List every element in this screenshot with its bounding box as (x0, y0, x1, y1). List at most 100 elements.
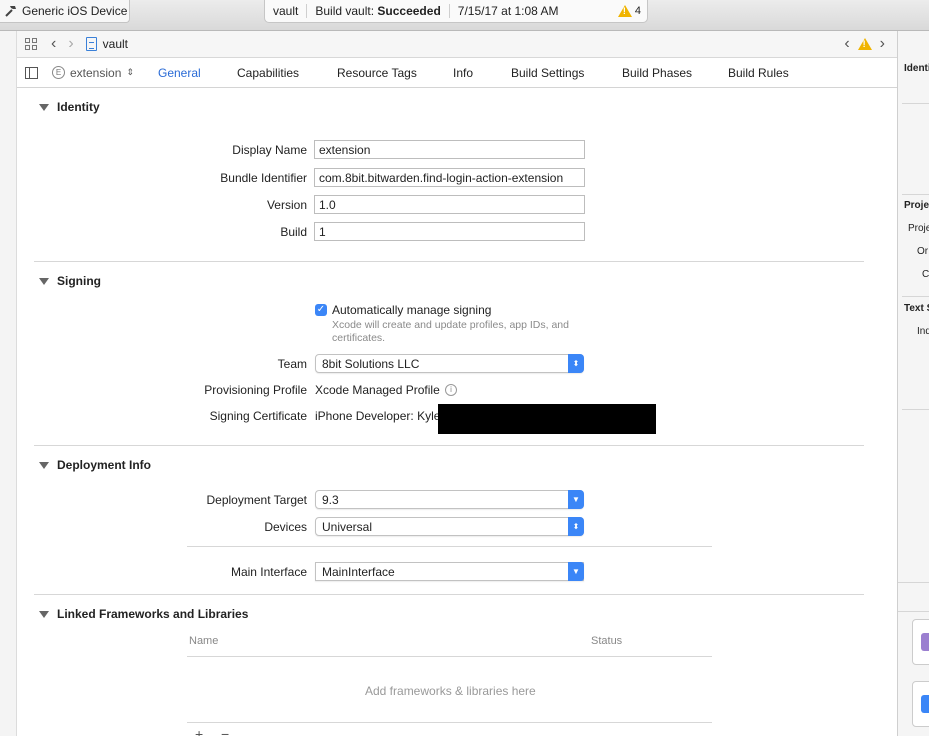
inspector-org-field: Or (917, 246, 929, 257)
scheme-selector[interactable]: Generic iOS Device (0, 0, 130, 23)
library-item[interactable] (912, 619, 929, 665)
tab-build-settings[interactable]: Build Settings (511, 66, 584, 80)
xcode-window: Generic iOS Device vault Build vault: Su… (0, 0, 929, 736)
toolbar: Generic iOS Device vault Build vault: Su… (0, 0, 929, 31)
disclosure-triangle-icon[interactable] (39, 103, 49, 111)
bundle-id-label: Bundle Identifier (220, 171, 307, 185)
tab-general[interactable]: General (158, 66, 201, 80)
activity-timestamp: 7/15/17 at 1:08 AM (457, 4, 559, 18)
auto-signing-label: Automatically manage signing (332, 303, 492, 317)
provisioning-profile-value: Xcode Managed Profile (315, 383, 440, 397)
activity-status-result: Succeeded (377, 4, 441, 18)
activity-status-prefix: Build vault: (315, 4, 375, 18)
updown-chevron-icon: ⇕ (126, 67, 134, 77)
inspector-divider (902, 409, 929, 410)
tab-capabilities[interactable]: Capabilities (237, 66, 299, 80)
previous-issue-icon[interactable]: ‹ (838, 36, 855, 52)
section-divider (34, 445, 864, 446)
display-name-label: Display Name (232, 143, 307, 157)
section-divider (34, 261, 864, 262)
disclosure-triangle-icon[interactable] (39, 461, 49, 469)
column-header-status[interactable]: Status (591, 635, 622, 647)
inspector-indent-field: Ind (917, 326, 929, 337)
related-items-icon[interactable] (25, 38, 37, 50)
updown-chevron-icon: ⬍ (568, 354, 584, 373)
scheme-device-label: Generic iOS Device (22, 4, 128, 18)
sidebar-toggle-icon[interactable] (25, 66, 38, 79)
warning-icon (617, 5, 632, 17)
auto-signing-checkbox[interactable]: ✓ (315, 304, 327, 316)
target-name: extension (70, 65, 122, 80)
chevron-down-icon: ▼ (568, 562, 584, 581)
frameworks-placeholder: Add frameworks & libraries here (365, 684, 536, 698)
library-item[interactable] (912, 681, 929, 727)
inspector-project-field: Proje (908, 223, 929, 234)
tab-build-rules[interactable]: Build Rules (728, 66, 789, 80)
table-header-divider (187, 656, 712, 657)
section-frameworks[interactable]: Linked Frameworks and Libraries (39, 607, 248, 621)
project-file-icon (85, 37, 97, 51)
extension-icon: E (52, 66, 65, 79)
devices-value: Universal (322, 520, 373, 534)
inspector-project-title: Proje (904, 200, 929, 211)
updown-chevron-icon: ⬍ (568, 517, 584, 536)
build-field[interactable]: 1 (314, 222, 585, 241)
tab-build-phases[interactable]: Build Phases (622, 66, 692, 80)
forward-chevron-icon[interactable]: › (62, 36, 79, 52)
section-divider (34, 594, 864, 595)
signing-cert-value: iPhone Developer: Kyle (315, 409, 441, 423)
target-selector[interactable]: E extension ⇕ (52, 66, 134, 80)
redaction-box (438, 404, 656, 434)
section-signing[interactable]: Signing (39, 274, 101, 288)
section-deployment[interactable]: Deployment Info (39, 458, 151, 472)
tab-info[interactable]: Info (453, 66, 473, 80)
subsection-divider (187, 546, 712, 547)
version-label: Version (266, 198, 307, 212)
navigator-gutter (0, 31, 17, 736)
table-footer-divider (187, 722, 712, 723)
back-chevron-icon[interactable]: ‹ (45, 36, 62, 52)
column-header-name[interactable]: Name (189, 635, 218, 647)
display-name-field[interactable]: extension (314, 140, 585, 159)
main-interface-combo[interactable]: MainInterface ▼ (315, 562, 584, 581)
section-title: Deployment Info (57, 458, 152, 472)
jump-bar-file[interactable]: vault (103, 37, 128, 51)
disclosure-triangle-icon[interactable] (39, 610, 49, 618)
jump-bar: ‹ › vault ‹ › (17, 31, 897, 58)
team-value: 8bit Solutions LLC (322, 357, 420, 371)
main-interface-label: Main Interface (230, 565, 307, 579)
version-field[interactable]: 1.0 (314, 195, 585, 214)
library-item-icon (921, 633, 929, 651)
team-popup[interactable]: 8bit Solutions LLC ⬍ (315, 354, 584, 373)
devices-label: Devices (264, 520, 307, 534)
section-title: Identity (57, 100, 100, 114)
bundle-id-field[interactable]: com.8bit.bitwarden.find-login-action-ext… (314, 168, 585, 187)
inspector-divider (902, 296, 929, 297)
deployment-target-value: 9.3 (322, 493, 339, 507)
devices-popup[interactable]: Universal ⬍ (315, 517, 584, 536)
activity-project: vault (273, 4, 299, 18)
remove-icon[interactable]: − (221, 726, 229, 736)
tab-resource-tags[interactable]: Resource Tags (337, 66, 417, 80)
info-icon[interactable]: i (445, 384, 457, 396)
chevron-down-icon: ▼ (568, 490, 584, 509)
disclosure-triangle-icon[interactable] (39, 277, 49, 285)
build-label: Build (280, 225, 307, 239)
deployment-target-combo[interactable]: 9.3 ▼ (315, 490, 584, 509)
section-title: Linked Frameworks and Libraries (57, 607, 249, 621)
warning-indicator[interactable]: 4 (617, 5, 647, 17)
section-title: Signing (57, 274, 101, 288)
general-editor: Identity Display Name extension Bundle I… (17, 89, 897, 736)
inspector-text-settings-title: Text S (904, 303, 929, 314)
section-identity[interactable]: Identity (39, 100, 100, 114)
warning-count: 4 (634, 5, 641, 17)
main-interface-value: MainInterface (322, 565, 395, 579)
activity-viewer[interactable]: vault Build vault: Succeeded 7/15/17 at … (264, 0, 648, 23)
editor-tab-bar: E extension ⇕ General Capabilities Resou… (17, 58, 897, 88)
add-icon[interactable]: + (195, 726, 203, 736)
library-divider (898, 611, 929, 612)
team-label: Team (277, 357, 307, 371)
warning-icon[interactable] (857, 38, 872, 50)
inspector-pane: Identi Proje Proje Or C Text S Ind (897, 31, 929, 736)
next-issue-icon[interactable]: › (874, 36, 891, 52)
